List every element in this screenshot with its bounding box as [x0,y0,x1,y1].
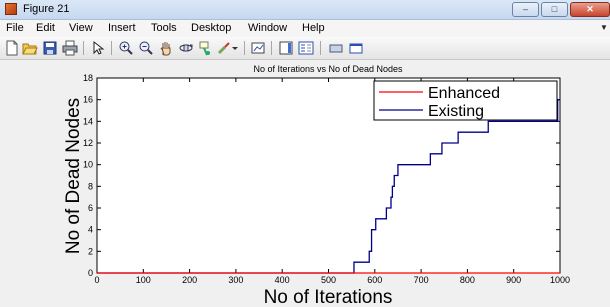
x-tick-label: 900 [506,275,521,285]
close-button[interactable]: ✕ [570,2,610,17]
y-tick-label: 14 [83,116,93,126]
menu-window[interactable]: Window [248,22,287,34]
legend-label-enhanced: Enhanced [428,85,500,102]
menu-tools[interactable]: Tools [151,22,177,34]
y-tick-label: 16 [83,95,93,105]
toolbar-separator [271,41,272,55]
show-plot-tools-icon[interactable] [348,40,364,56]
x-tick-label: 600 [367,275,382,285]
legend-icon[interactable] [298,40,314,56]
minimize-icon: – [522,4,528,14]
menu-view[interactable]: View [69,22,93,34]
y-tick-label: 4 [88,225,93,235]
y-tick-label: 12 [83,138,93,148]
y-tick-label: 2 [88,246,93,256]
zoom-out-icon[interactable] [138,40,154,56]
x-tick-label: 200 [182,275,197,285]
legend: Enhanced Existing [373,80,558,121]
hide-plot-tools-icon[interactable] [328,40,344,56]
x-tick-label: 800 [460,275,475,285]
maximize-icon: □ [551,4,558,14]
menu-help[interactable]: Help [302,22,325,34]
link-plot-icon[interactable] [250,40,266,56]
y-tick-label: 6 [88,203,93,213]
save-icon[interactable] [42,40,58,56]
x-tick-label: 100 [136,275,151,285]
figure-toolbar [0,37,610,60]
pointer-icon[interactable] [90,40,106,56]
figure-canvas: 0 2 4 6 8 10 12 14 16 18 0 100 200 300 400 500 600 700 80… [0,60,610,307]
open-file-icon[interactable] [22,40,38,56]
maximize-button[interactable]: □ [541,2,568,17]
toolbar-separator [244,41,245,55]
y-tick-label: 8 [88,181,93,191]
minimize-button[interactable]: – [512,2,539,17]
x-axis-label: No of Iterations [264,287,393,307]
zoom-in-icon[interactable] [118,40,134,56]
x-tick-label: 300 [228,275,243,285]
window-title: Figure 21 [23,3,70,15]
y-axis-label: No of Dead Nodes [63,98,84,254]
title-bar[interactable]: Figure 21 – □ ✕ [0,0,610,20]
legend-label-existing: Existing [428,103,484,120]
menu-edit[interactable]: Edit [36,22,55,34]
x-tick-label: 0 [94,275,99,285]
menu-insert[interactable]: Insert [108,22,136,34]
close-icon: ✕ [586,4,594,14]
y-tick-label: 18 [83,73,93,83]
x-tick-label: 700 [414,275,429,285]
print-icon[interactable] [62,40,78,56]
toolbar-separator [83,41,84,55]
x-tick-label: 500 [321,275,336,285]
menu-overflow-icon[interactable]: ▼ [600,23,608,32]
y-tick-label: 0 [88,268,93,278]
chart-title: No of Iterations vs No of Dead Nodes [253,64,403,74]
menu-bar: File Edit View Insert Tools Desktop Wind… [0,20,610,37]
rotate-3d-icon[interactable] [178,40,194,56]
colorbar-icon[interactable] [278,40,294,56]
matlab-figure-icon [5,3,17,15]
data-cursor-icon[interactable] [198,40,214,56]
menu-file[interactable]: File [6,22,24,34]
y-tick-label: 10 [83,160,93,170]
new-figure-icon[interactable] [4,40,20,56]
menu-desktop[interactable]: Desktop [191,22,231,34]
line-chart: 0 2 4 6 8 10 12 14 16 18 0 100 200 300 400 500 600 700 80… [63,64,570,307]
x-tick-label: 400 [275,275,290,285]
toolbar-separator [111,41,112,55]
figure-window: Figure 21 – □ ✕ File Edit View Insert To… [0,0,610,307]
toolbar-separator [320,41,321,55]
x-tick-label: 1000 [550,275,570,285]
pan-icon[interactable] [158,40,174,56]
